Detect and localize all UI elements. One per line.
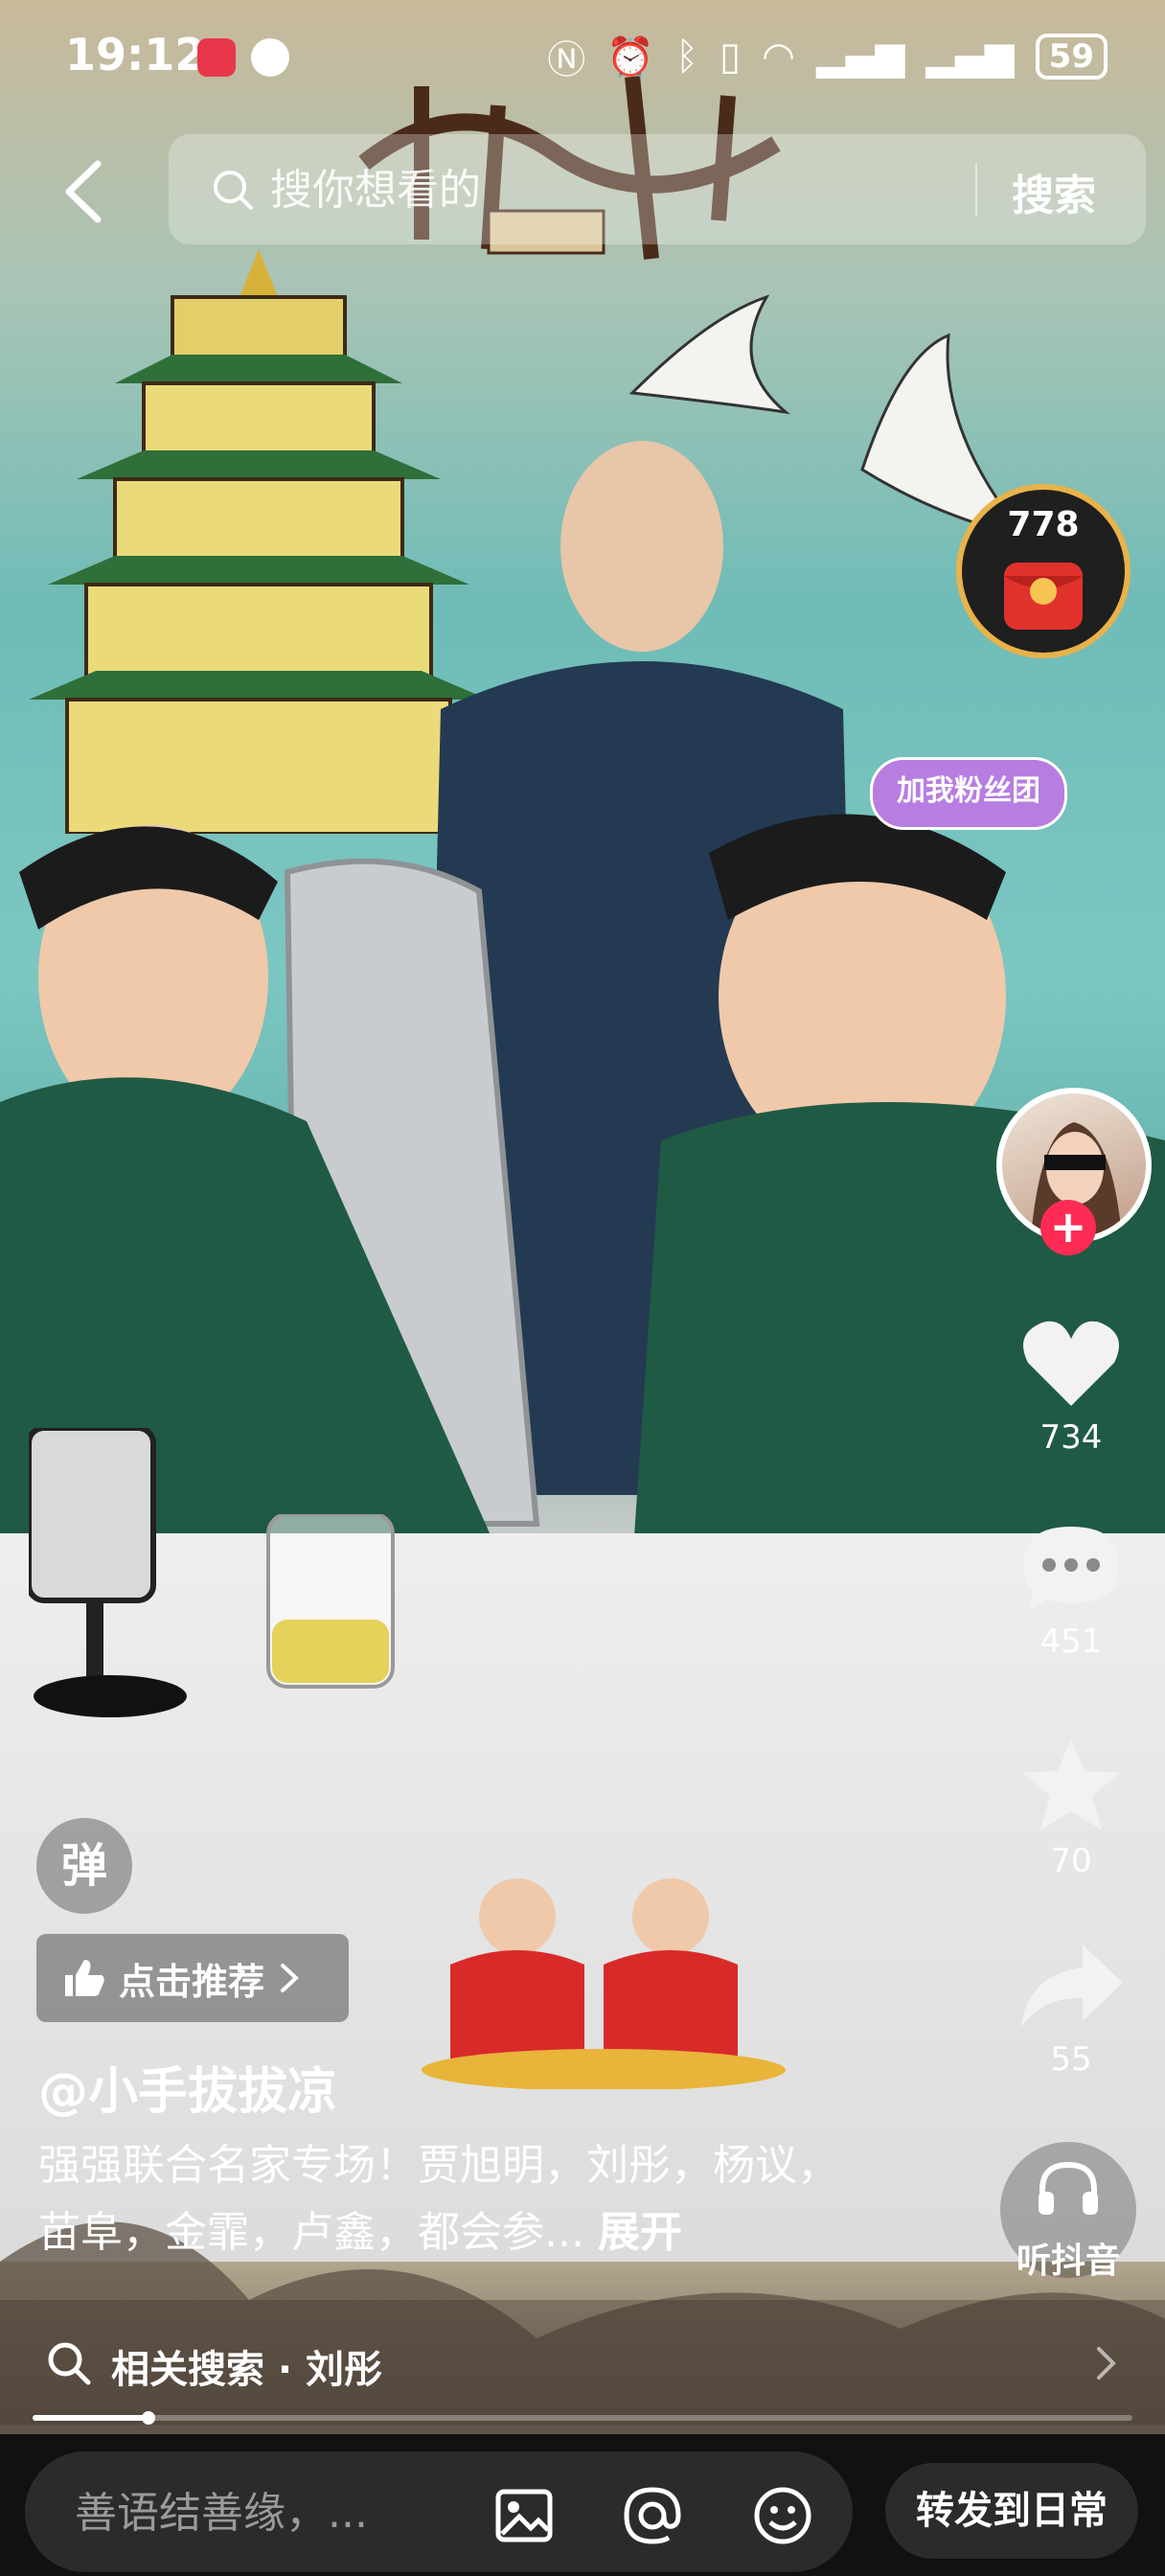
search-button[interactable]: 搜索	[1012, 161, 1096, 222]
red-envelope-icon	[1004, 563, 1083, 630]
status-icons: Ⓝ ⏰ ᛒ ▯ ◠ ▂▄▆ ▂▄▆ 59	[547, 29, 1108, 84]
status-bar: 19:12 Ⓝ ⏰ ᛒ ▯ ◠ ▂▄▆ ▂▄▆ 59	[0, 0, 1165, 115]
expand-caption-link[interactable]: 展开	[598, 2208, 682, 2257]
nfc-icon: Ⓝ	[547, 38, 586, 82]
share-button[interactable]: 55	[996, 1941, 1146, 2079]
sticker-god-of-wealth	[422, 1878, 786, 2089]
video-progress-bar[interactable]	[33, 2411, 1132, 2425]
mention-icon[interactable]	[623, 2486, 682, 2545]
danmu-toggle-button[interactable]: 弹	[36, 1818, 132, 1914]
comment-icon	[1023, 1527, 1119, 1611]
back-arrow-icon[interactable]	[56, 158, 113, 225]
recommend-button[interactable]: 点击推荐	[36, 1934, 349, 2022]
thumbs-up-icon	[65, 1960, 104, 1996]
bluetooth-icon: ᛒ	[675, 34, 699, 79]
wifi-icon: ◠	[762, 34, 796, 79]
tea-glass	[266, 1514, 395, 1689]
progress-fill	[33, 2415, 148, 2421]
search-bar[interactable]: 搜索	[169, 134, 1146, 244]
related-search-label: 相关搜索 · 刘彤	[111, 2348, 383, 2392]
follow-button[interactable]: +	[1040, 1200, 1096, 1255]
star-icon	[1022, 1738, 1120, 1830]
author-name[interactable]: @小手拔拔凉	[38, 2051, 337, 2123]
heart-icon	[1023, 1321, 1119, 1406]
bottom-comment-bar: 转发到日常	[0, 2434, 1165, 2576]
caption-text: 强强联合名家专场！贾旭明，刘彤，杨议，苗阜，金霏，卢鑫，都会参...	[38, 2141, 839, 2257]
signal-icon: ▂▄▆	[925, 34, 1015, 79]
chevron-right-icon	[1097, 2347, 1116, 2380]
comment-count: 451	[1039, 1622, 1103, 1661]
video-caption: 强强联合名家专场！贾旭明，刘彤，杨议，苗阜，金霏，卢鑫，都会参... 展开	[38, 2132, 843, 2266]
share-arrow-icon	[1021, 1944, 1123, 2027]
related-search-bar[interactable]: 相关搜索 · 刘彤	[0, 2300, 1165, 2425]
app-notification-icon	[251, 38, 289, 77]
vibrate-icon: ▯	[720, 34, 742, 79]
like-button[interactable]: 734	[996, 1315, 1146, 1457]
phone-stand	[29, 1428, 187, 1717]
status-time: 19:12	[65, 29, 206, 80]
app-notification-icon	[197, 38, 236, 77]
image-icon[interactable]	[494, 2486, 554, 2545]
battery-indicator: 59	[1035, 34, 1108, 80]
live-gift-badge[interactable]: 778	[956, 484, 1131, 658]
signal-icon: ▂▄▆	[816, 34, 905, 79]
search-icon	[48, 2342, 91, 2385]
search-input[interactable]	[268, 155, 1019, 224]
emoji-icon[interactable]	[753, 2486, 812, 2545]
progress-knob[interactable]	[141, 2411, 155, 2425]
like-count: 734	[1039, 1418, 1103, 1457]
listen-label: 听抖音	[1016, 2242, 1120, 2281]
comment-input[interactable]	[73, 2478, 431, 2547]
chevron-right-icon	[281, 1964, 299, 1992]
favorite-count: 70	[1050, 1842, 1092, 1880]
favorite-button[interactable]: 70	[996, 1735, 1146, 1880]
share-to-daily-button[interactable]: 转发到日常	[885, 2463, 1138, 2559]
share-count: 55	[1050, 2040, 1092, 2079]
live-count: 778	[1007, 505, 1080, 544]
search-divider	[975, 163, 977, 217]
recommend-label: 点击推荐	[119, 1960, 265, 2003]
search-icon	[214, 171, 253, 210]
comment-button[interactable]: 451	[996, 1519, 1146, 1661]
fan-club-badge[interactable]: 加我粉丝团	[870, 757, 1067, 830]
comment-box[interactable]	[25, 2451, 853, 2572]
alarm-icon: ⏰	[606, 34, 655, 80]
headphones-icon	[1039, 2161, 1098, 2215]
